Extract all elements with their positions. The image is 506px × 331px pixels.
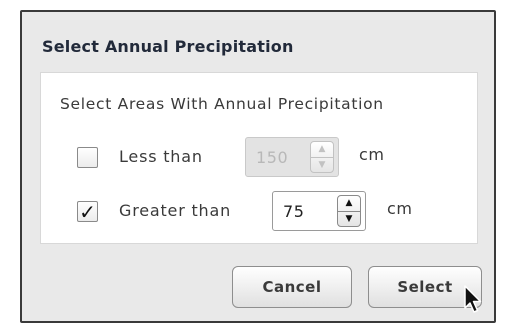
less-than-spinner[interactable]: 150 ▲ ▼: [245, 137, 339, 177]
select-annual-precipitation-dialog: Select Annual Precipitation Select Areas…: [20, 10, 496, 323]
less-than-checkbox[interactable]: [77, 147, 98, 168]
caret-up-icon[interactable]: ▲: [311, 142, 333, 157]
less-than-unit: cm: [359, 145, 385, 164]
greater-than-unit: cm: [387, 199, 413, 218]
greater-than-label[interactable]: Greater than: [119, 201, 231, 220]
less-than-spin-buttons: ▲ ▼: [310, 141, 334, 173]
caret-up-icon[interactable]: ▲: [338, 196, 360, 211]
dialog-title: Select Annual Precipitation: [42, 37, 294, 56]
greater-than-spinner[interactable]: 75 ▲ ▼: [272, 191, 366, 231]
caret-down-icon[interactable]: ▼: [311, 158, 333, 173]
greater-than-checkbox[interactable]: ✓: [77, 201, 98, 222]
less-than-label[interactable]: Less than: [119, 147, 203, 166]
greater-than-row: ✓ Greater than 75 ▲ ▼ cm: [77, 191, 467, 231]
panel-heading: Select Areas With Annual Precipitation: [60, 95, 384, 113]
less-than-row: Less than 150 ▲ ▼ cm: [77, 137, 467, 177]
less-than-value-input[interactable]: 150: [256, 148, 288, 167]
greater-than-spin-buttons: ▲ ▼: [337, 195, 361, 227]
cancel-button[interactable]: Cancel: [232, 266, 352, 308]
caret-down-icon[interactable]: ▼: [338, 212, 360, 227]
greater-than-value-input[interactable]: 75: [283, 202, 305, 221]
precipitation-options-panel: Select Areas With Annual Precipitation L…: [40, 72, 478, 244]
mouse-pointer-icon: [464, 285, 482, 313]
